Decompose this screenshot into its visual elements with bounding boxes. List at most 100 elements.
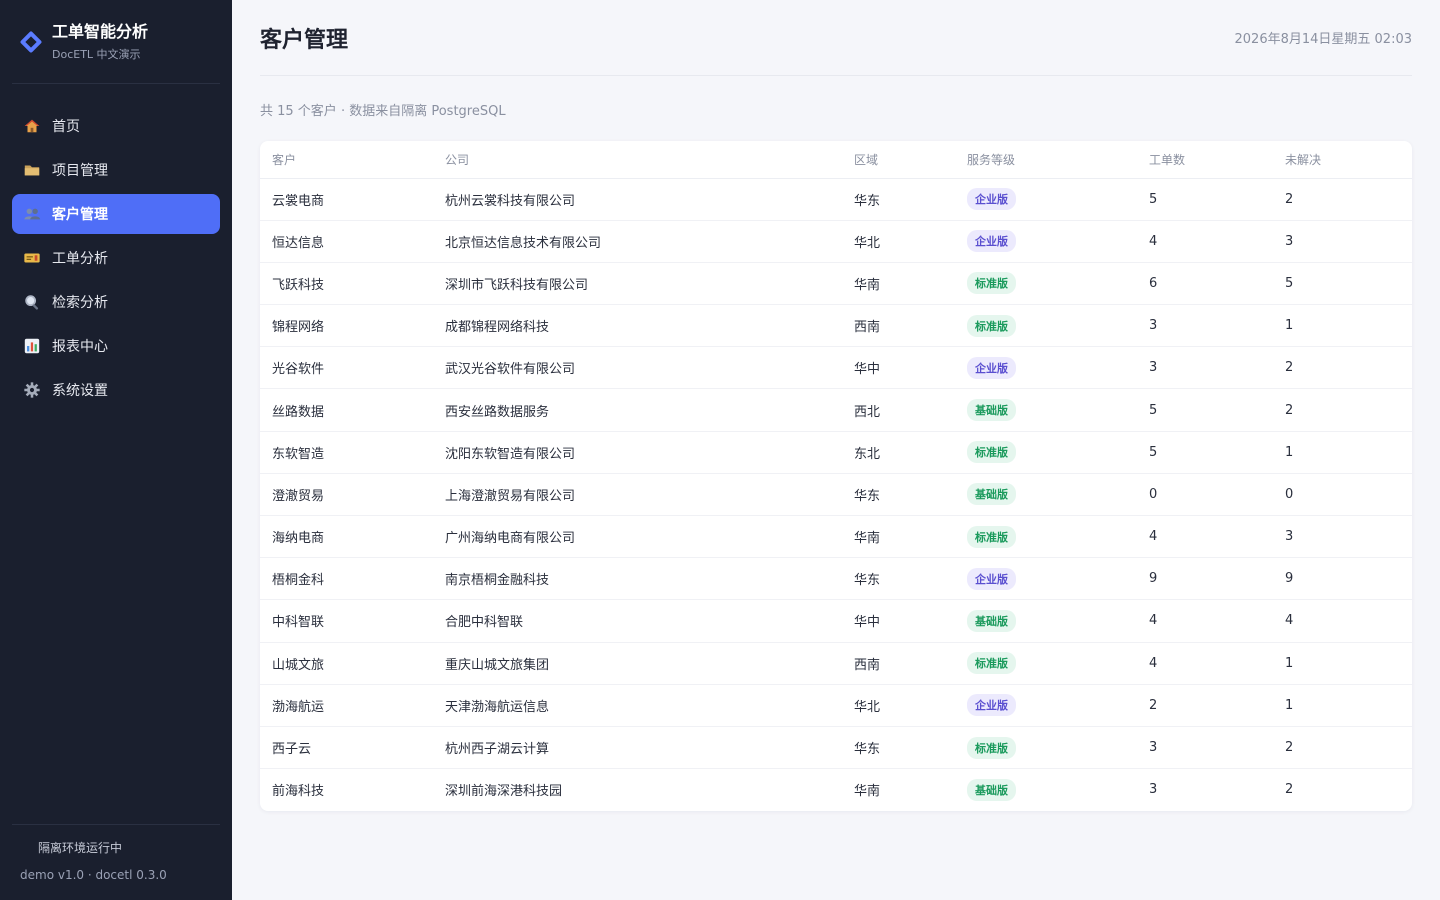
table-cell: 5 bbox=[1137, 178, 1273, 221]
bar-chart-icon bbox=[22, 336, 42, 356]
customer-table: 客户 公司 区域 服务等级 工单数 未解决 云裳电商 杭州云裳科技有限公司 华东 企业版 5 2 恒达… bbox=[260, 141, 1412, 811]
sidebar-item-label: 系统设置 bbox=[52, 383, 108, 399]
table-cell: 恒达信息 bbox=[260, 220, 433, 263]
table-cell: 西南 bbox=[842, 642, 955, 685]
table-cell: 西子云 bbox=[260, 726, 433, 770]
sidebar-item-label: 客户管理 bbox=[52, 207, 108, 223]
column-header[interactable]: 未解决 bbox=[1273, 141, 1412, 179]
table-cell: 4 bbox=[1137, 599, 1273, 643]
tier-badge: 企业版 bbox=[967, 230, 1016, 253]
tier-badge: 标准版 bbox=[967, 525, 1016, 548]
tier-cell: 企业版 bbox=[955, 178, 1137, 221]
magnifier-icon bbox=[22, 292, 42, 312]
table-cell: 9 bbox=[1273, 557, 1412, 601]
sidebar-item-label: 检索分析 bbox=[52, 295, 108, 311]
table-row[interactable]: 前海科技 深圳前海深港科技园 华南 基础版 3 2 bbox=[260, 769, 1412, 811]
table-row[interactable]: 海纳电商 广州海纳电商有限公司 华南 标准版 4 3 bbox=[260, 515, 1412, 559]
table-cell: 东软智造 bbox=[260, 431, 433, 474]
tier-badge: 标准版 bbox=[967, 272, 1016, 295]
table-cell: 梧桐金科 bbox=[260, 557, 433, 601]
table-cell: 西安丝路数据服务 bbox=[433, 388, 842, 432]
tier-badge: 企业版 bbox=[967, 567, 1016, 590]
table-cell: 重庆山城文旅集团 bbox=[433, 642, 842, 685]
tier-cell: 企业版 bbox=[955, 557, 1137, 601]
sidebar-item-2[interactable]: 客户管理 bbox=[12, 194, 220, 234]
table-cell: 4 bbox=[1273, 599, 1412, 643]
sidebar-item-label: 报表中心 bbox=[52, 339, 108, 355]
table-row[interactable]: 恒达信息 北京恒达信息技术有限公司 华北 企业版 4 3 bbox=[260, 220, 1412, 263]
tier-badge: 基础版 bbox=[967, 483, 1016, 506]
sidebar-item-4[interactable]: 检索分析 bbox=[12, 282, 220, 322]
table-cell: 2 bbox=[1273, 388, 1412, 432]
sidebar-item-5[interactable]: 报表中心 bbox=[12, 326, 220, 366]
table-cell: 南京梧桐金融科技 bbox=[433, 557, 842, 601]
table-cell: 杭州西子湖云计算 bbox=[433, 726, 842, 770]
table-cell: 东北 bbox=[842, 431, 955, 474]
tier-badge: 标准版 bbox=[967, 736, 1016, 759]
column-header[interactable]: 公司 bbox=[433, 141, 842, 179]
sidebar-nav: 首页 项目管理客户管理工单分析检索分析报表中心系统设置 bbox=[12, 106, 220, 410]
table-cell: 华东 bbox=[842, 557, 955, 601]
table-row[interactable]: 丝路数据 西安丝路数据服务 西北 基础版 5 2 bbox=[260, 388, 1412, 432]
table-row[interactable]: 飞跃科技 深圳市飞跃科技有限公司 华南 标准版 6 5 bbox=[260, 262, 1412, 306]
sidebar-item-1[interactable]: 项目管理 bbox=[12, 150, 220, 190]
table-row[interactable]: 梧桐金科 南京梧桐金融科技 华东 企业版 9 9 bbox=[260, 557, 1412, 601]
table-cell: 武汉光谷软件有限公司 bbox=[433, 346, 842, 390]
tier-cell: 基础版 bbox=[955, 388, 1137, 432]
table-row[interactable]: 光谷软件 武汉光谷软件有限公司 华中 企业版 3 2 bbox=[260, 346, 1412, 390]
table-row[interactable]: 锦程网络 成都锦程网络科技 西南 标准版 3 1 bbox=[260, 304, 1412, 348]
column-header[interactable]: 区域 bbox=[842, 141, 955, 179]
sidebar-item-label: 工单分析 bbox=[52, 251, 108, 267]
sidebar-item-6[interactable]: 系统设置 bbox=[12, 370, 220, 410]
table-row[interactable]: 渤海航运 天津渤海航运信息 华北 企业版 2 1 bbox=[260, 684, 1412, 727]
table-cell: 华东 bbox=[842, 178, 955, 221]
table-cell: 华东 bbox=[842, 726, 955, 770]
table-cell: 3 bbox=[1137, 726, 1273, 770]
house-icon bbox=[22, 116, 42, 136]
table-cell: 4 bbox=[1137, 642, 1273, 685]
table-cell: 4 bbox=[1137, 220, 1273, 263]
tier-cell: 标准版 bbox=[955, 304, 1137, 348]
table-cell: 成都锦程网络科技 bbox=[433, 304, 842, 348]
table-cell: 2 bbox=[1273, 726, 1412, 770]
table-cell: 丝路数据 bbox=[260, 388, 433, 432]
table-cell: 上海澄澈贸易有限公司 bbox=[433, 473, 842, 517]
brand: 工单智能分析 DocETL 中文演示 bbox=[12, 0, 220, 84]
folder-icon bbox=[22, 160, 42, 180]
column-header[interactable]: 客户 bbox=[260, 141, 433, 179]
brand-text: 工单智能分析 DocETL 中文演示 bbox=[52, 22, 148, 62]
sidebar-item-3[interactable]: 工单分析 bbox=[12, 238, 220, 278]
table-row[interactable]: 山城文旅 重庆山城文旅集团 西南 标准版 4 1 bbox=[260, 642, 1412, 685]
table-body: 云裳电商 杭州云裳科技有限公司 华东 企业版 5 2 恒达信息 北京恒达信息技术有限公司 华北企… bbox=[260, 178, 1412, 811]
sidebar-item-0[interactable]: 首页 bbox=[12, 106, 220, 146]
brand-title: 工单智能分析 bbox=[52, 21, 149, 41]
diamond-logo-icon bbox=[20, 31, 42, 53]
table-row[interactable]: 云裳电商 杭州云裳科技有限公司 华东 企业版 5 2 bbox=[260, 178, 1412, 221]
table-cell: 渤海航运 bbox=[260, 684, 433, 727]
datetime: 2026年8月14日星期五 02:03 bbox=[1234, 32, 1413, 47]
column-header[interactable]: 服务等级 bbox=[955, 141, 1137, 179]
table-cell: 云裳电商 bbox=[260, 178, 433, 221]
table-cell: 海纳电商 bbox=[260, 515, 433, 559]
table-cell: 合肥中科智联 bbox=[433, 599, 842, 643]
tier-cell: 标准版 bbox=[955, 431, 1137, 474]
table-row[interactable]: 中科智联 合肥中科智联 华中 基础版 4 4 bbox=[260, 599, 1412, 643]
env-status: 隔离环境运行中 bbox=[38, 841, 123, 855]
table-cell: 光谷软件 bbox=[260, 346, 433, 390]
ticket-icon bbox=[22, 248, 42, 268]
table-cell: 前海科技 bbox=[272, 784, 325, 800]
tier-cell: 企业版 bbox=[955, 220, 1137, 263]
table-cell: 0 bbox=[1273, 473, 1412, 517]
tier-badge: 标准版 bbox=[967, 314, 1016, 337]
table-cell: 华中 bbox=[842, 346, 955, 390]
table-cell: 2 bbox=[1273, 178, 1412, 221]
tier-cell: 标准版 bbox=[955, 262, 1137, 306]
summary-text: 共 15 个客户 · 数据来自隔离 PostgreSQL bbox=[260, 104, 506, 119]
table-row[interactable]: 东软智造 沈阳东软智造有限公司 东北 标准版 5 1 bbox=[260, 431, 1412, 474]
table-cell: 华北 bbox=[842, 220, 955, 263]
column-header[interactable]: 工单数 bbox=[1137, 141, 1273, 179]
tier-cell: 企业版 bbox=[955, 346, 1137, 390]
table-cell: 1 bbox=[1273, 642, 1412, 685]
table-row[interactable]: 澄澈贸易 上海澄澈贸易有限公司 华东 基础版 0 0 bbox=[260, 473, 1412, 517]
table-row[interactable]: 西子云 杭州西子湖云计算 华东 标准版 3 2 bbox=[260, 726, 1412, 770]
